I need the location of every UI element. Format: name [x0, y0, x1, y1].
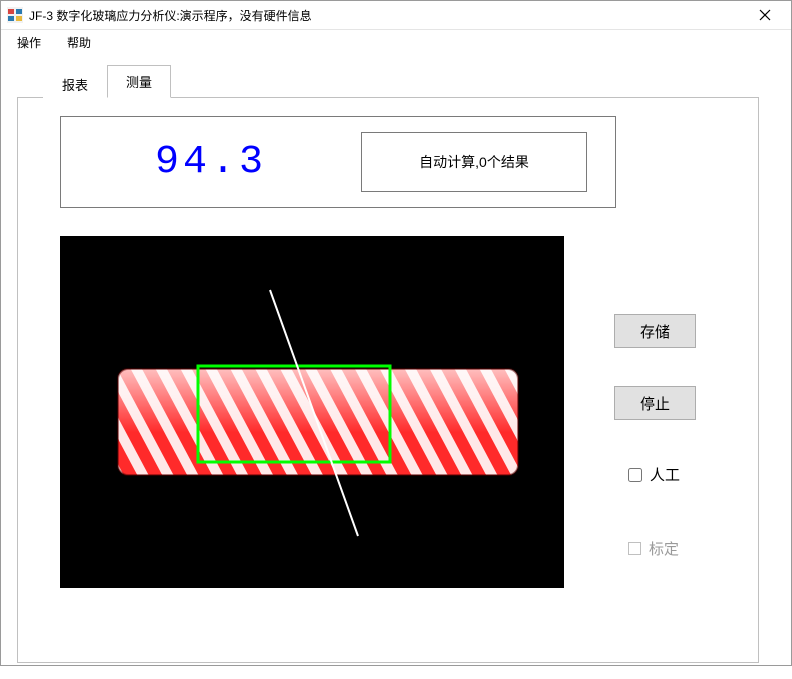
calibrate-checkbox: 标定 — [628, 538, 679, 559]
calibrate-checkbox-label: 标定 — [649, 538, 679, 559]
save-button[interactable]: 存储 — [614, 314, 696, 348]
title-bar: JF-3 数字化玻璃应力分析仪:演示程序，没有硬件信息 — [1, 1, 791, 30]
close-icon — [759, 9, 771, 21]
tab-strip: 报表 测量 — [43, 64, 775, 97]
close-button[interactable] — [745, 1, 785, 29]
manual-checkbox[interactable]: 人工 — [628, 464, 680, 485]
stop-button[interactable]: 停止 — [614, 386, 696, 420]
manual-checkbox-input[interactable] — [628, 468, 642, 482]
tab-measure[interactable]: 测量 — [107, 65, 171, 98]
app-window: JF-3 数字化玻璃应力分析仪:演示程序，没有硬件信息 操作 帮助 报表 测量 … — [0, 0, 792, 666]
window-title: JF-3 数字化玻璃应力分析仪:演示程序，没有硬件信息 — [29, 7, 745, 24]
menu-help[interactable]: 帮助 — [53, 30, 103, 55]
tab-report[interactable]: 报表 — [43, 68, 107, 100]
menu-bar: 操作 帮助 — [1, 30, 791, 54]
manual-checkbox-label: 人工 — [650, 464, 680, 485]
calibrate-checkbox-box — [628, 542, 641, 555]
auto-calc-status: 自动计算,0个结果 — [361, 132, 587, 192]
client-area: 报表 测量 94.3 自动计算,0个结果 — [1, 54, 791, 679]
measurement-value: 94.3 — [61, 140, 361, 185]
menu-operate[interactable]: 操作 — [3, 30, 53, 55]
sample-viewer[interactable] — [60, 236, 564, 588]
readout-box: 94.3 自动计算,0个结果 — [60, 116, 616, 208]
app-icon — [7, 7, 23, 23]
tab-panel-measure: 94.3 自动计算,0个结果 — [17, 97, 759, 663]
